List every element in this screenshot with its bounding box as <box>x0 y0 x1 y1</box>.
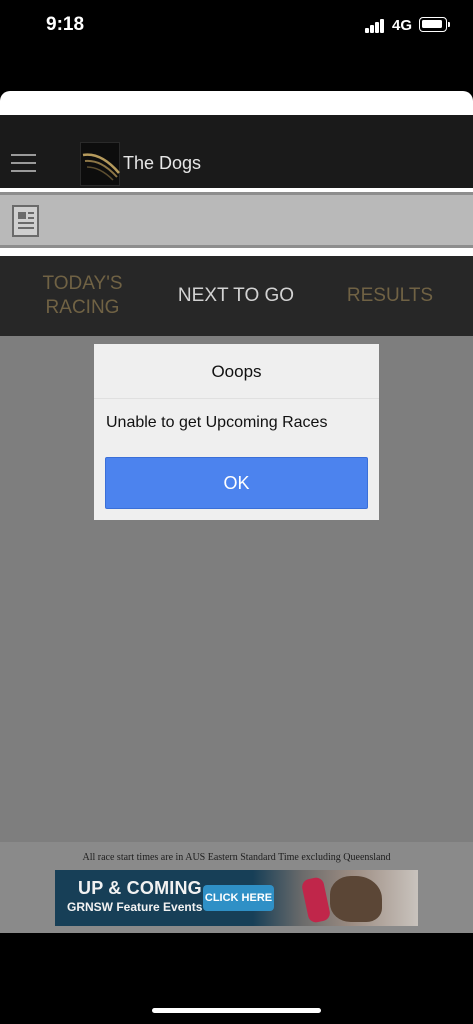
dialog-divider <box>94 398 379 399</box>
tab-next-to-go[interactable]: NEXT TO GO <box>160 256 312 336</box>
news-icon[interactable] <box>12 205 39 237</box>
status-bar: 9:18 4G <box>0 0 473 52</box>
tab-todays-racing[interactable]: TODAY'S RACING <box>0 256 165 336</box>
status-time: 9:18 <box>46 14 85 35</box>
error-dialog: Ooops Unable to get Upcoming Races OK <box>94 344 379 520</box>
ad-subline: GRNSW Feature Events <box>67 900 203 914</box>
app-header: The Dogs <box>0 115 473 188</box>
sub-toolbar <box>0 192 473 248</box>
ok-button[interactable]: OK <box>105 457 368 509</box>
dialog-title: Ooops <box>211 362 262 381</box>
home-indicator[interactable] <box>152 1008 321 1013</box>
race-tabs: TODAY'S RACING NEXT TO GO RESULTS <box>0 256 473 336</box>
battery-icon <box>419 17 447 32</box>
menu-icon[interactable] <box>11 154 36 172</box>
network-label: 4G <box>392 17 413 34</box>
ad-click-here-button[interactable]: CLICK HERE <box>203 885 274 911</box>
logo-icon <box>80 142 120 186</box>
tab-results[interactable]: RESULTS <box>310 256 470 336</box>
timezone-note: All race start times are in AUS Eastern … <box>82 852 391 863</box>
ad-headline: UP & COMING <box>78 878 202 898</box>
battery-nub <box>448 22 450 27</box>
greyhound-image <box>330 876 382 922</box>
signal-icon <box>365 19 385 33</box>
footer: All race start times are in AUS Eastern … <box>0 842 473 933</box>
dialog-message: Unable to get Upcoming Races <box>106 414 328 431</box>
ad-banner[interactable]: UP & COMING GRNSW Feature Events CLICK H… <box>55 870 418 926</box>
app-title: The Dogs <box>123 153 202 173</box>
